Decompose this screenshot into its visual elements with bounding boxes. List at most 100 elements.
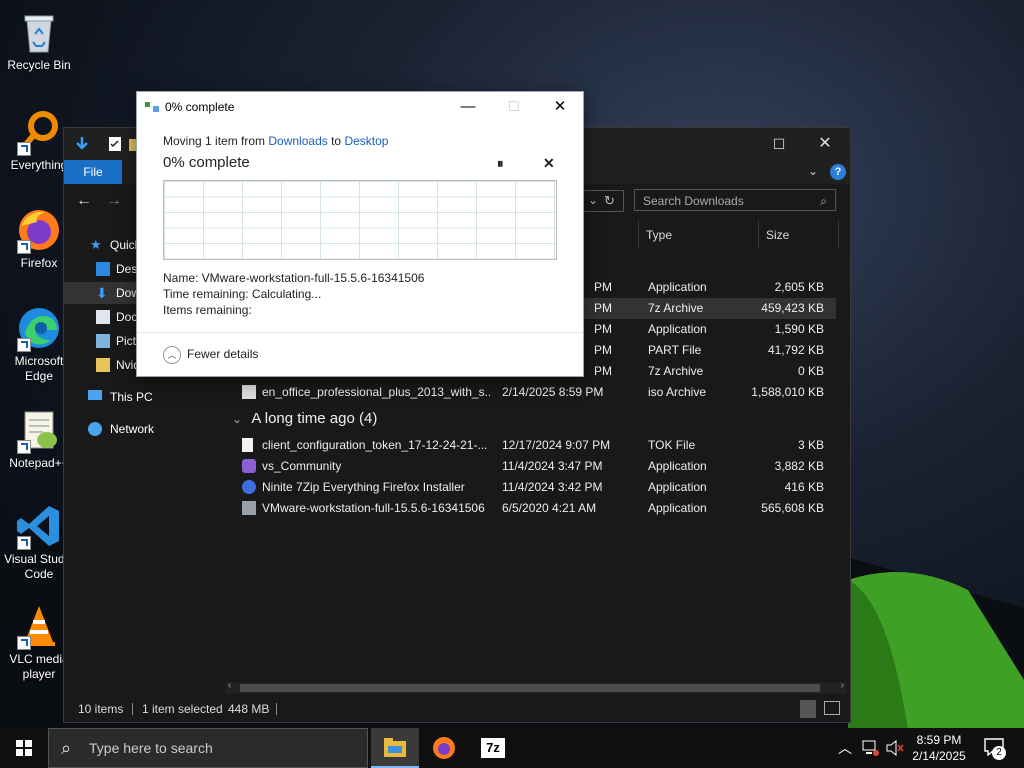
scroll-left-icon[interactable]: ‹	[228, 680, 231, 691]
dialog-title-bar[interactable]: 0% complete — ☐ ✕	[137, 92, 583, 122]
source-folder-link[interactable]: Downloads	[268, 134, 327, 148]
everything-search-icon	[15, 108, 63, 156]
chevron-down-icon[interactable]: ⌄	[588, 193, 598, 207]
firefox-icon	[15, 206, 63, 254]
explorer-close-icon[interactable]: ✕	[802, 128, 848, 160]
progress-graph	[163, 180, 557, 260]
explorer-maximize-icon[interactable]: ☐	[756, 128, 802, 160]
refresh-icon[interactable]: ↻	[604, 193, 615, 209]
chevron-down-icon[interactable]: ⌄	[808, 164, 818, 178]
file-type: 7z Archive	[648, 301, 704, 315]
column-separator	[838, 220, 839, 248]
pause-icon[interactable]: ⏸	[497, 156, 504, 172]
file-type: Application	[648, 459, 707, 473]
move-files-icon	[145, 102, 159, 112]
file-row[interactable]: client_configuration_token_17-12-24-21-.…	[232, 435, 836, 456]
taskbar-7zip[interactable]: 7z	[469, 728, 517, 768]
taskbar-file-explorer[interactable]	[371, 728, 419, 768]
file-date: 12/17/2024 9:07 PM	[502, 438, 611, 452]
7zip-icon: 7z	[481, 738, 505, 758]
status-item-count: 10 items	[78, 702, 124, 716]
destination-folder-link[interactable]: Desktop	[344, 134, 388, 148]
firefox-icon	[433, 737, 455, 759]
address-bar[interactable]: ⌄ ↻	[584, 190, 624, 212]
taskbar-firefox[interactable]	[420, 728, 468, 768]
file-row[interactable]: VMware-workstation-full-15.5.6-16341506 …	[232, 498, 836, 519]
file-size: 416 KB	[784, 480, 824, 494]
file-row[interactable]: vs_Community 11/4/2024 3:47 PM Applicati…	[232, 456, 836, 477]
clock[interactable]: 8:59 PM 2/14/2025	[902, 732, 976, 764]
properties-icon[interactable]	[108, 136, 122, 152]
edge-icon	[15, 304, 63, 352]
vlc-icon	[15, 602, 63, 650]
group-label: A long time ago (4)	[251, 410, 378, 427]
this-pc-icon	[88, 390, 102, 400]
large-icons-view-icon[interactable]	[824, 701, 840, 715]
taskbar-search-box[interactable]: ⌕ Type here to search	[48, 728, 368, 768]
chevron-up-icon: ︿	[163, 346, 181, 364]
sidebar-item-this-pc[interactable]: This PC	[64, 386, 222, 408]
file-type: TOK File	[648, 438, 696, 452]
group-header-long-ago[interactable]: ⌄ A long time ago (4)	[232, 410, 377, 427]
column-header-size[interactable]: Size	[766, 228, 789, 242]
moving-description: Moving 1 item from Downloads to Desktop	[163, 134, 388, 148]
shortcut-arrow-icon	[17, 636, 31, 650]
chevron-up-icon[interactable]: ︿	[838, 728, 852, 768]
file-date: 2/14/2025 8:59 PM	[502, 385, 604, 399]
search-input[interactable]: Search Downloads ⌕	[634, 189, 836, 211]
file-size: 0 KB	[797, 364, 824, 378]
sidebar-item-network[interactable]: Network	[64, 418, 222, 440]
wallpaper-tent	[848, 572, 1024, 730]
column-header-type[interactable]: Type	[646, 228, 672, 242]
quick-access-down-arrow-icon[interactable]	[74, 136, 90, 152]
help-icon[interactable]: ?	[830, 164, 846, 180]
sidebar-item-label: This PC	[110, 390, 153, 404]
horizontal-scrollbar[interactable]: ‹ ›	[226, 680, 846, 694]
cancel-icon[interactable]: ✕	[543, 155, 555, 172]
file-date: PM	[594, 322, 612, 336]
file-type: 7z Archive	[648, 364, 704, 378]
file-row[interactable]: en_office_professional_plus_2013_with_s.…	[232, 382, 836, 403]
minimize-icon[interactable]: —	[445, 92, 491, 122]
network-status-icon[interactable]	[862, 740, 880, 756]
desktop-icon-label: Recycle Bin	[7, 58, 71, 72]
status-selected-size: 448 MB	[228, 702, 270, 716]
star-icon: ★	[90, 237, 102, 252]
shortcut-arrow-icon	[17, 240, 31, 254]
move-progress-dialog: 0% complete — ☐ ✕ Moving 1 item from Dow…	[136, 91, 584, 377]
column-separator	[758, 220, 759, 248]
file-tab[interactable]: File	[64, 160, 122, 184]
scroll-right-icon[interactable]: ›	[841, 680, 844, 691]
chevron-down-icon: ⌄	[232, 412, 243, 426]
file-name: vs_Community	[262, 459, 342, 473]
desktop-icon-recycle-bin[interactable]: Recycle Bin	[1, 8, 77, 73]
vmware-installer-icon	[242, 501, 256, 515]
progress-heading: 0% complete	[163, 154, 250, 171]
status-divider	[132, 703, 133, 715]
dialog-divider	[137, 332, 583, 333]
time-remaining-line: Time remaining: Calculating...	[163, 287, 322, 301]
fewer-details-button[interactable]: ︿ Fewer details	[163, 346, 258, 364]
notification-center-button[interactable]: 2	[980, 728, 1024, 768]
file-name-line: Name: VMware-workstation-full-15.5.6-163…	[163, 271, 425, 285]
file-size: 1,588,010 KB	[751, 385, 824, 399]
search-icon: ⌕	[820, 194, 827, 208]
scrollbar-thumb[interactable]	[240, 684, 820, 692]
back-arrow-icon[interactable]: ←	[76, 192, 92, 210]
clock-date: 2/14/2025	[912, 749, 966, 763]
file-type: Application	[648, 501, 707, 515]
file-row[interactable]: Ninite 7Zip Everything Firefox Installer…	[232, 477, 836, 498]
pictures-folder-icon	[96, 334, 110, 348]
file-name: en_office_professional_plus_2013_with_s.…	[262, 385, 490, 399]
notification-count-badge: 2	[992, 746, 1006, 760]
file-size: 3 KB	[797, 438, 824, 452]
vscode-icon	[15, 502, 63, 550]
close-icon[interactable]: ✕	[537, 92, 583, 122]
details-view-icon[interactable]	[800, 700, 816, 718]
status-selected-count: 1 item selected	[142, 702, 223, 716]
documents-folder-icon	[96, 310, 110, 324]
start-button[interactable]	[0, 728, 48, 768]
downloads-folder-icon: ⬇	[96, 285, 108, 301]
file-type: PART File	[648, 343, 702, 357]
forward-arrow-icon[interactable]: →	[106, 192, 122, 210]
